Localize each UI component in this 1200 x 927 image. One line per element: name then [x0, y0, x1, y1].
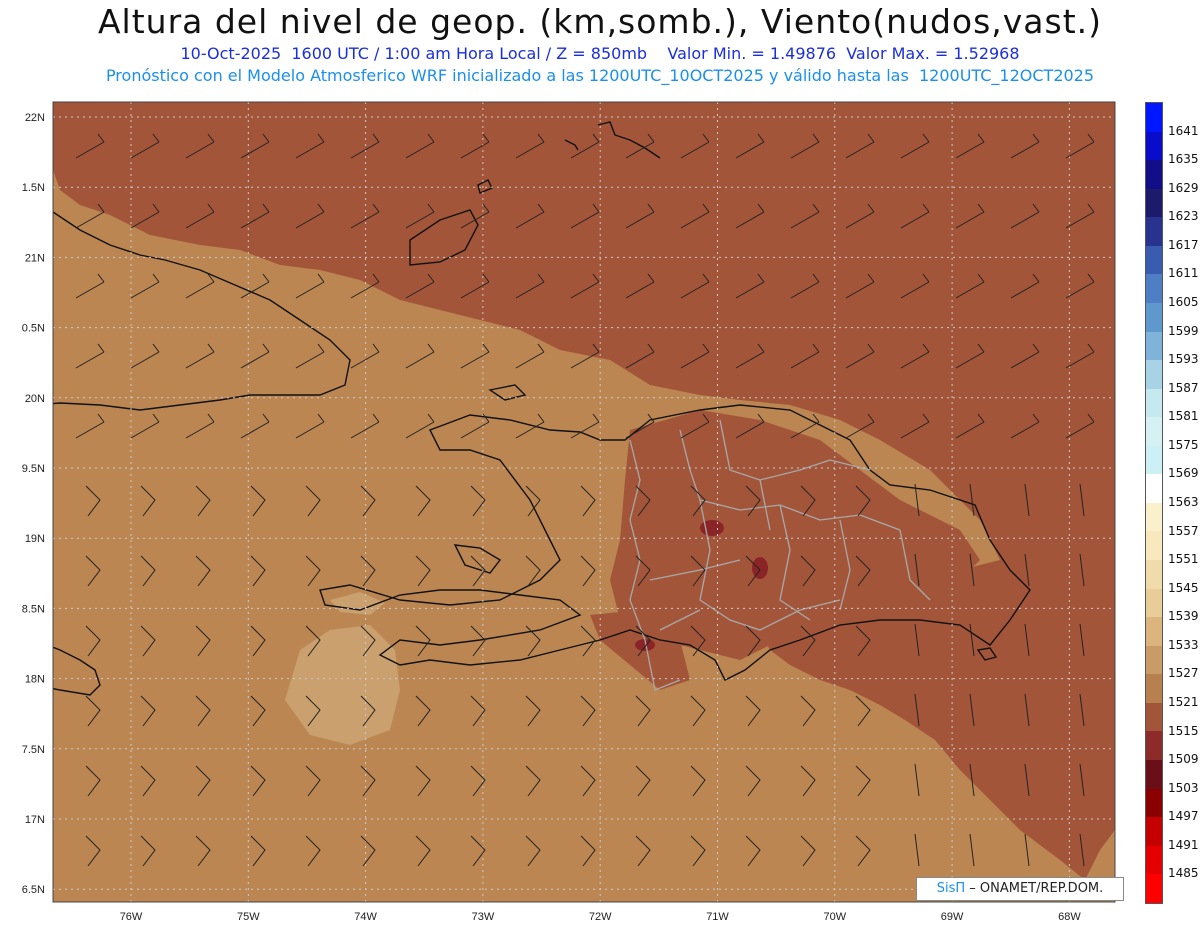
colorbar-label: 1623	[1168, 209, 1199, 224]
colorbar-segment	[1146, 560, 1162, 589]
colorbar-segment	[1146, 531, 1162, 560]
colorbar-segment	[1146, 388, 1162, 418]
lat-tick-label: 20N	[25, 393, 45, 405]
colorbar-segment	[1146, 788, 1162, 818]
colorbar-label: 1491	[1168, 837, 1199, 852]
colorbar-segment	[1146, 617, 1162, 646]
colorbar-segment	[1146, 103, 1162, 132]
lon-tick-label: 68W	[1058, 911, 1081, 923]
lat-tick-label: 19N	[25, 533, 45, 545]
longitude-labels: 76W 75W 74W 73W 72W 71W 70W 69W 68W	[120, 911, 1082, 923]
field-dark-spot	[700, 520, 724, 536]
colorbar-segment	[1146, 759, 1162, 789]
colorbar-label: 1587	[1168, 380, 1199, 395]
colorbar-label: 1557	[1168, 523, 1199, 538]
credit-text: – ONAMET/REP.DOM.	[965, 881, 1104, 896]
colorbar-label: 1641	[1168, 123, 1199, 138]
colorbar-segment	[1146, 188, 1162, 218]
colorbar-label: 1545	[1168, 580, 1199, 595]
colorbar-segment	[1146, 302, 1162, 332]
colorbar-segment	[1146, 588, 1162, 618]
credit-badge: SisΠ – ONAMET/REP.DOM.	[916, 877, 1124, 901]
colorbar-label: 1551	[1168, 552, 1199, 567]
colorbar-segment	[1146, 702, 1162, 732]
colorbar-label: 1509	[1168, 752, 1199, 767]
lat-tick-label: 0.5N	[22, 323, 45, 335]
forecast-map: 22N 1.5N 21N 0.5N 20N 9.5N 19N 8.5N 18N 7.5N 17N 6.…	[22, 101, 1116, 923]
lat-tick-label: 8.5N	[22, 603, 45, 615]
colorbar-segment	[1146, 245, 1162, 275]
colorbar-label: 1599	[1168, 323, 1199, 338]
lon-tick-label: 72W	[589, 911, 612, 923]
colorbar-label: 1605	[1168, 295, 1199, 309]
colorbar-segment	[1146, 360, 1162, 389]
sispi-logo: SisΠ	[936, 881, 966, 896]
colorbar-label: 1617	[1168, 237, 1199, 252]
colorbar-label: 1629	[1168, 180, 1199, 195]
colorbar-label: 1635	[1168, 152, 1199, 167]
colorbar-segment	[1146, 845, 1162, 875]
lon-tick-label: 71W	[706, 911, 729, 923]
colorbar-segment	[1146, 502, 1162, 532]
colorbar-label: 1581	[1168, 409, 1199, 424]
colorbar-label: 1503	[1168, 780, 1199, 795]
lon-tick-label: 70W	[823, 911, 846, 923]
colorbar-segment	[1146, 274, 1162, 303]
colorbar-segment	[1146, 674, 1162, 703]
lon-tick-label: 76W	[120, 911, 143, 923]
colorbar-segment	[1146, 874, 1162, 903]
colorbar-label: 1497	[1168, 809, 1199, 824]
lon-tick-label: 75W	[237, 911, 260, 923]
colorbar-segment	[1146, 445, 1162, 475]
colorbar-label: 1569	[1168, 466, 1199, 481]
colorbar-segment	[1146, 160, 1162, 189]
lat-tick-label: 6.5N	[22, 884, 45, 896]
colorbar	[1145, 102, 1163, 904]
lat-tick-label: 22N	[25, 112, 45, 124]
latitude-labels: 22N 1.5N 21N 0.5N 20N 9.5N 19N 8.5N 18N 7.5N 17N 6.…	[22, 112, 45, 896]
colorbar-segment	[1146, 731, 1162, 760]
lat-tick-label: 17N	[25, 814, 45, 826]
field-dark-spot	[752, 557, 768, 579]
lon-tick-label: 73W	[472, 911, 495, 923]
colorbar-label: 1611	[1168, 266, 1199, 281]
colorbar-segment	[1146, 474, 1162, 503]
lat-tick-label: 7.5N	[22, 744, 45, 756]
colorbar-label: 1575	[1168, 437, 1199, 452]
colorbar-segment	[1146, 331, 1162, 361]
colorbar-segment	[1146, 217, 1162, 246]
colorbar-label: 1521	[1168, 695, 1199, 709]
colorbar-label: 1527	[1168, 666, 1199, 681]
lat-tick-label: 18N	[25, 674, 45, 686]
lon-tick-label: 74W	[354, 911, 377, 923]
lat-tick-label: 1.5N	[22, 182, 45, 194]
colorbar-label: 1563	[1168, 495, 1199, 509]
colorbar-label: 1539	[1168, 609, 1199, 624]
colorbar-label: 1515	[1168, 723, 1199, 738]
lon-tick-label: 69W	[941, 911, 964, 923]
lat-tick-label: 9.5N	[22, 463, 45, 475]
colorbar-label: 1485	[1168, 866, 1199, 881]
colorbar-segment	[1146, 645, 1162, 675]
colorbar-label: 1593	[1168, 352, 1199, 367]
colorbar-segment	[1146, 817, 1162, 846]
colorbar-segment	[1146, 131, 1162, 161]
colorbar-label: 1533	[1168, 637, 1199, 652]
lat-tick-label: 21N	[25, 252, 45, 264]
colorbar-segment	[1146, 417, 1162, 446]
